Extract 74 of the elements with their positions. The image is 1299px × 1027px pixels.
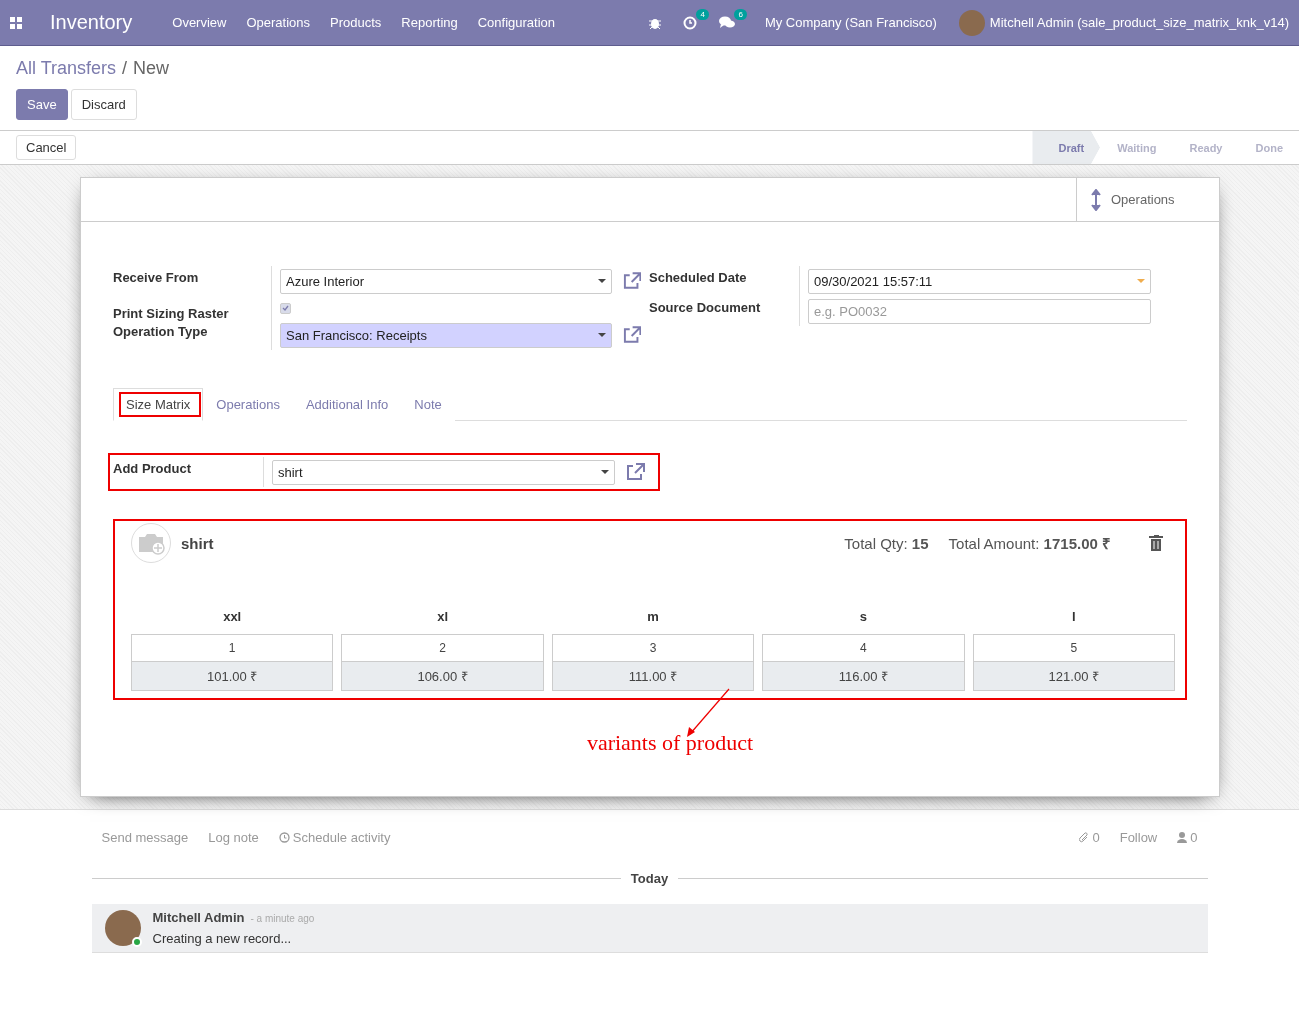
external-link-icon[interactable] [621, 272, 641, 290]
clock-icon [278, 832, 290, 843]
paperclip-icon [1079, 831, 1090, 844]
notebook-tab[interactable]: Size Matrix [113, 388, 204, 421]
field-label: Source Document [649, 299, 762, 317]
user-menu[interactable]: Mitchell Admin (sale_product_size_matrix_knk_v14) [958, 9, 1289, 36]
date-separator: Today [630, 871, 669, 886]
nav-menu-item[interactable]: Operations [246, 15, 311, 30]
size-label: s [858, 609, 868, 626]
message-author: Mitchell Admin [152, 910, 245, 925]
external-link-icon[interactable] [625, 463, 645, 481]
price-cell: 101.00 ₹ [131, 662, 334, 691]
nav-menu-item[interactable]: Products [330, 15, 382, 30]
cancel-button[interactable]: Cancel [16, 135, 77, 160]
price-cell: 116.00 ₹ [762, 662, 965, 691]
quantity-input[interactable]: 3 [551, 634, 755, 662]
send-message-link[interactable]: Send message [101, 830, 189, 845]
checkbox[interactable] [280, 302, 291, 314]
price-cell: 111.00 ₹ [551, 662, 755, 691]
nav-menu-item[interactable]: Reporting [401, 15, 458, 30]
clock-icon[interactable] [682, 15, 697, 30]
message-body: Creating a new record... [152, 931, 293, 946]
bug-icon[interactable] [648, 16, 661, 29]
field-label: Print Sizing Raster [113, 305, 230, 320]
price-cell: 121.00 ₹ [972, 662, 1175, 691]
quantity-input[interactable]: 4 [762, 634, 965, 662]
total-qty: Total Qty: 15 [844, 534, 929, 552]
attachments-button[interactable]: 0 [1079, 830, 1100, 845]
field-label: Scheduled Date [649, 269, 748, 287]
size-label: m [646, 609, 660, 626]
quantity-input[interactable]: 5 [972, 634, 1175, 662]
vertical-arrows-icon [1091, 188, 1101, 211]
size-label: l [1070, 609, 1077, 626]
nav-menu-item[interactable]: Configuration [477, 15, 556, 30]
annotation-text: variants of product [585, 730, 755, 756]
quantity-input[interactable]: 2 [341, 634, 544, 662]
message-count-badge: 6 [734, 9, 747, 20]
size-label: xxl [222, 609, 243, 626]
avatar-circle [958, 9, 985, 36]
followers-button[interactable]: 0 [1177, 830, 1198, 845]
chat-icon[interactable] [718, 16, 735, 29]
discard-button[interactable]: Discard [70, 89, 137, 120]
message-time: - a minute ago [250, 913, 315, 924]
avatar-circle [104, 910, 141, 946]
company-switcher[interactable]: My Company (San Francisco) [764, 15, 937, 30]
select-field[interactable]: shirt [272, 459, 615, 485]
product-name: shirt [181, 534, 214, 552]
log-note-link[interactable]: Log note [208, 830, 259, 845]
app-title: Inventory [50, 11, 133, 34]
field-label: Receive From [113, 269, 200, 287]
text-field[interactable]: e.g. PO0032 [808, 298, 1151, 324]
save-button[interactable]: Save [16, 89, 68, 120]
operations-smart-button[interactable]: Operations [1076, 178, 1219, 221]
breadcrumb-link[interactable]: All Transfers [16, 58, 117, 79]
quantity-input[interactable]: 1 [131, 634, 334, 662]
breadcrumb-current: New [133, 58, 170, 79]
price-cell: 106.00 ₹ [341, 662, 544, 691]
nav-menu-item[interactable]: Overview [172, 15, 227, 30]
field-label: Operation Type [113, 323, 209, 341]
size-label: xl [436, 609, 449, 626]
breadcrumb-separator: / [122, 58, 128, 79]
trash-icon[interactable] [1149, 535, 1163, 551]
activity-count-badge: 4 [696, 8, 709, 20]
date-field[interactable]: 09/30/2021 15:57:11 [808, 268, 1151, 294]
follow-button[interactable]: Follow [1119, 830, 1158, 845]
status-stage[interactable]: Draft [1032, 131, 1101, 164]
apps-menu-icon[interactable] [10, 16, 22, 29]
field-label: Add Product [113, 460, 192, 478]
select-field[interactable]: Azure Interior [280, 268, 612, 294]
total-amount: Total Amount: 1715.00 ₹ [948, 534, 1111, 553]
external-link-icon[interactable] [621, 326, 641, 344]
schedule-activity-link[interactable]: Schedule activity [278, 830, 391, 845]
person-icon [1177, 832, 1188, 843]
select-field[interactable]: San Francisco: Receipts [280, 322, 612, 348]
